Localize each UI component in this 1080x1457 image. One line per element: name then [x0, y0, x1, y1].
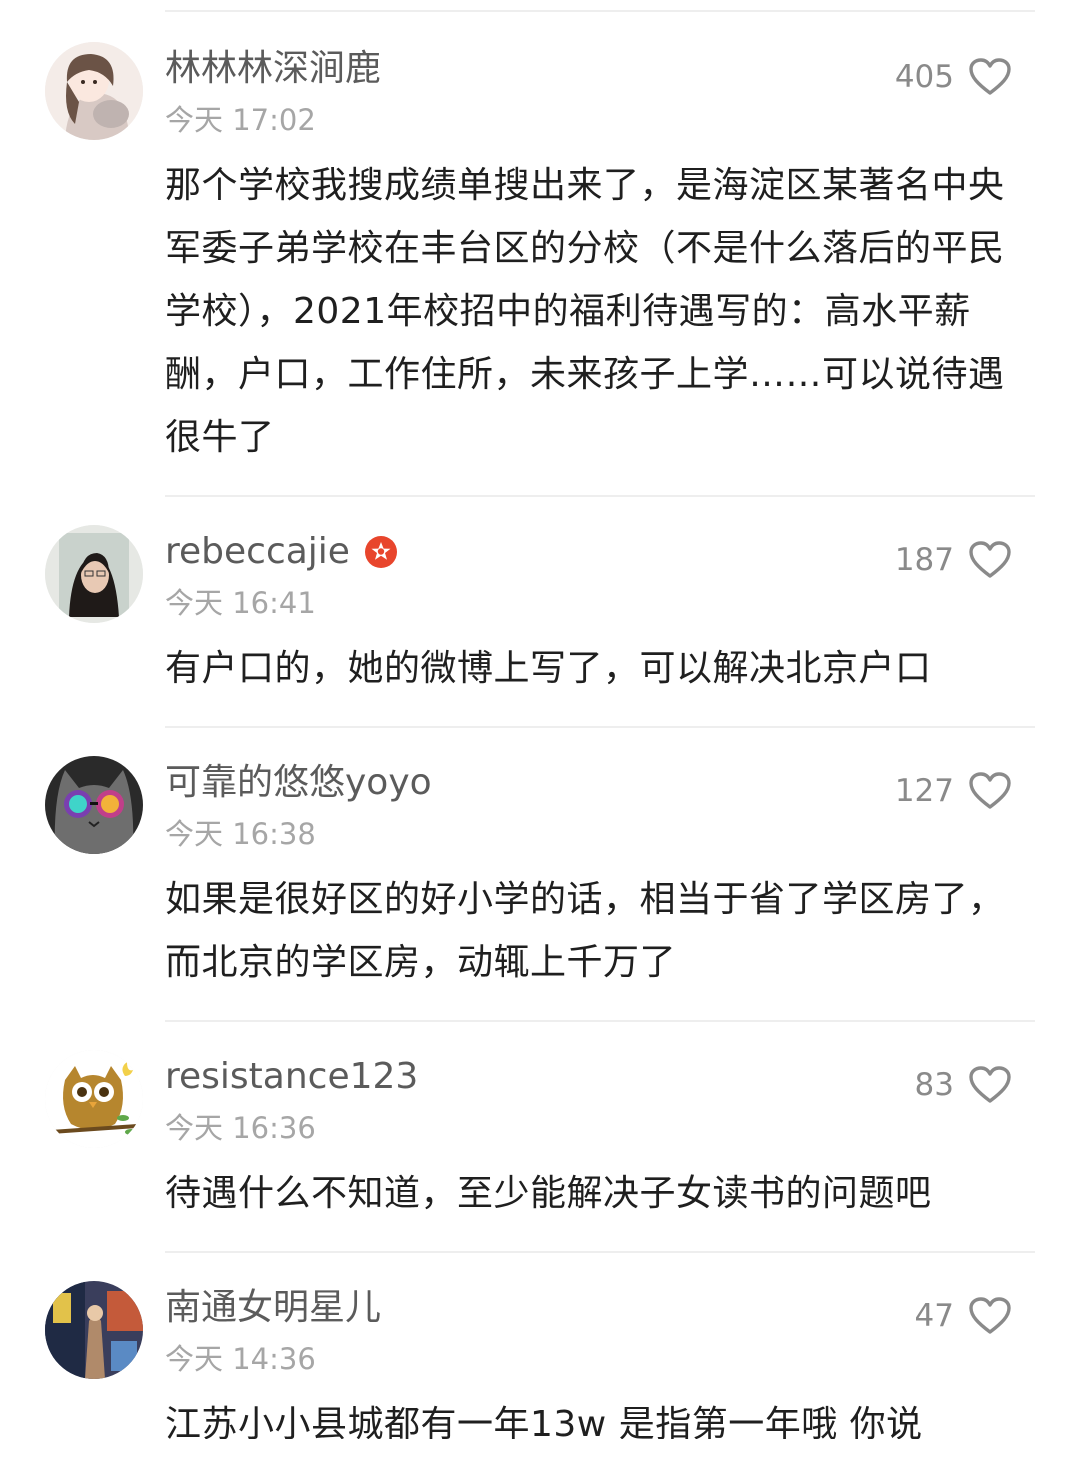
comment-item: resistance123 今天 16:36 83 待遇什么不知道，至少能解决子… [0, 1022, 1080, 1253]
avatar[interactable] [45, 1281, 143, 1379]
avatar[interactable] [45, 1050, 143, 1148]
avatar[interactable] [45, 525, 143, 623]
heart-outline-icon[interactable] [968, 1065, 1012, 1105]
heart-outline-icon[interactable] [968, 540, 1012, 580]
like-button[interactable]: 187 [895, 535, 1012, 585]
username[interactable]: rebeccajie [165, 527, 350, 577]
top-divider [165, 10, 1035, 12]
heart-outline-icon[interactable] [968, 771, 1012, 811]
comment-content: 如果是很好区的好小学的话，相当于省了学区房了，而北京的学区房，动辄上千万了 [165, 879, 1005, 983]
comment-content: 待遇什么不知道，至少能解决子女读书的问题吧 [165, 1173, 932, 1214]
avatar-cat-with-glasses [45, 756, 143, 854]
like-count: 83 [914, 1067, 954, 1103]
like-button[interactable]: 83 [915, 1060, 1012, 1110]
avatar-owl-illustration [45, 1050, 143, 1148]
username[interactable]: 林林林深涧鹿 [165, 44, 381, 94]
avatar[interactable] [45, 42, 143, 140]
like-count: 187 [894, 542, 954, 578]
username[interactable]: 可靠的悠悠yoyo [165, 758, 432, 808]
username[interactable]: 南通女明星儿 [165, 1283, 381, 1333]
like-button[interactable]: 405 [895, 52, 1012, 102]
comment-item: 林林林深涧鹿 今天 17:02 405 那个学校我搜成绩单搜出来了，是海淀区某著… [0, 14, 1080, 497]
comment-content: 有户口的，她的微博上写了，可以解决北京户口 [165, 648, 932, 689]
comment-time: 今天 14:36 [165, 1342, 316, 1376]
username-row: 南通女明星儿 [165, 1283, 1035, 1333]
comment-time: 今天 17:02 [165, 103, 316, 137]
avatar-photo [45, 525, 143, 623]
comment-content: 那个学校我搜成绩单搜出来了，是海淀区某著名中央军委子弟学校在丰台区的分校（不是什… [165, 165, 1005, 458]
avatar[interactable] [45, 756, 143, 854]
like-count: 47 [914, 1298, 954, 1334]
like-count: 127 [894, 773, 954, 809]
comment-time: 今天 16:38 [165, 817, 316, 851]
comment-item: rebeccajie 今天 16:41 187 有户口的，她的微博上写了，可以解… [0, 497, 1080, 728]
verified-badge-icon [364, 535, 398, 569]
avatar-girl-illustration [45, 42, 143, 140]
comment-item: 可靠的悠悠yoyo 今天 16:38 127 如果是很好区的好小学的话，相当于省… [0, 728, 1080, 1022]
avatar-illustration [45, 1281, 143, 1379]
comment-time: 今天 16:36 [165, 1111, 316, 1145]
heart-outline-icon[interactable] [968, 1296, 1012, 1336]
username-row: resistance123 [165, 1052, 1035, 1102]
username[interactable]: resistance123 [165, 1052, 418, 1102]
like-button[interactable]: 127 [895, 766, 1012, 816]
comment-list: 林林林深涧鹿 今天 17:02 405 那个学校我搜成绩单搜出来了，是海淀区某著… [0, 14, 1080, 1439]
comment-time: 今天 16:41 [165, 586, 316, 620]
comment-item: 南通女明星儿 今天 14:36 47 江苏小小县城都有一年13w 是指第一年哦 … [0, 1253, 1080, 1439]
comment-content: 江苏小小县城都有一年13w 是指第一年哦 你说 [165, 1404, 923, 1439]
like-count: 405 [894, 59, 954, 95]
like-button[interactable]: 47 [915, 1291, 1012, 1341]
heart-outline-icon[interactable] [968, 57, 1012, 97]
